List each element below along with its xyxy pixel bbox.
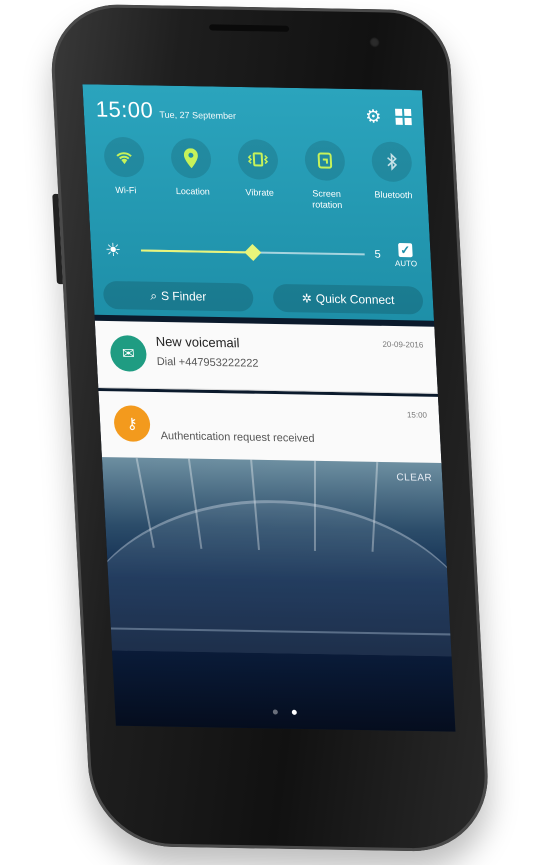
notification-timestamp: 15:00 bbox=[406, 410, 428, 420]
notification-voicemail[interactable]: ✉ New voicemail Dial +447953222222 20-09… bbox=[94, 320, 438, 394]
toggle-vibrate[interactable]: Vibrate bbox=[227, 139, 291, 210]
notification-message: Authentication request received bbox=[160, 430, 315, 445]
screen-rotation-icon bbox=[303, 140, 346, 181]
brightness-thumb[interactable] bbox=[244, 243, 262, 261]
s-finder-label: S Finder bbox=[160, 288, 207, 304]
clock-time: 15:00 bbox=[95, 96, 154, 123]
device-frame: 15:00 Tue, 27 September ⚙ Wi-Fi Location… bbox=[0, 0, 557, 865]
quick-connect-button[interactable]: ✲ Quick Connect bbox=[272, 283, 424, 315]
quick-toggles: Wi-Fi Location Vibrate Screen rotation B… bbox=[93, 136, 425, 213]
toggle-label: Vibrate bbox=[245, 187, 275, 198]
auto-label: AUTO bbox=[394, 258, 418, 268]
toggle-bluetooth[interactable]: Bluetooth bbox=[361, 141, 425, 212]
page-dot bbox=[272, 709, 278, 715]
auto-brightness-checkbox[interactable]: ✓ AUTO bbox=[394, 242, 418, 268]
toggle-label: Location bbox=[175, 186, 211, 197]
toggle-location[interactable]: Location bbox=[160, 137, 224, 209]
vibrate-icon bbox=[236, 139, 279, 180]
phone-body: 15:00 Tue, 27 September ⚙ Wi-Fi Location… bbox=[48, 3, 492, 853]
earpiece bbox=[209, 24, 290, 32]
voicemail-icon: ✉ bbox=[109, 335, 148, 372]
notification-authentication[interactable]: ⚷ Authentication request received 15:00 bbox=[98, 390, 442, 465]
front-camera bbox=[369, 37, 380, 48]
notification-timestamp: 20-09-2016 bbox=[382, 339, 424, 350]
clock-date: Tue, 27 September bbox=[159, 109, 237, 121]
wifi-icon bbox=[103, 136, 146, 178]
notification-title: New voicemail bbox=[155, 333, 240, 351]
page-dot-active bbox=[291, 709, 297, 715]
brightness-fill bbox=[140, 249, 253, 254]
clear-button[interactable]: CLEAR bbox=[396, 472, 432, 484]
page-indicator bbox=[115, 707, 455, 718]
bluetooth-icon bbox=[370, 141, 413, 183]
screen: 15:00 Tue, 27 September ⚙ Wi-Fi Location… bbox=[82, 84, 456, 732]
status-row: 15:00 Tue, 27 September ⚙ bbox=[95, 94, 412, 128]
notification-subtitle: Dial +447953222222 bbox=[156, 355, 259, 370]
quick-connect-label: Quick Connect bbox=[315, 291, 395, 308]
toggle-label: Wi-Fi bbox=[115, 184, 137, 196]
key-icon: ⚷ bbox=[113, 405, 152, 442]
quick-settings-panel: 15:00 Tue, 27 September ⚙ Wi-Fi Location… bbox=[82, 84, 435, 321]
search-icon: ⌕ bbox=[149, 288, 158, 303]
location-icon bbox=[170, 137, 213, 179]
quick-connect-icon: ✲ bbox=[301, 291, 313, 306]
settings-gear-icon[interactable]: ⚙ bbox=[365, 106, 382, 126]
toggle-label: Screen rotation bbox=[311, 188, 343, 210]
toggle-label: Bluetooth bbox=[374, 189, 413, 201]
checkbox-checked-icon: ✓ bbox=[397, 242, 413, 257]
toggle-wifi[interactable]: Wi-Fi bbox=[93, 136, 157, 208]
brightness-icon: ☀ bbox=[104, 239, 122, 260]
brightness-slider[interactable] bbox=[140, 243, 365, 261]
status-icons: ⚙ bbox=[365, 106, 412, 127]
edit-grid-icon[interactable] bbox=[395, 108, 412, 126]
brightness-level: 5 bbox=[374, 248, 382, 261]
quick-buttons: ⌕ S Finder ✲ Quick Connect bbox=[102, 280, 424, 315]
s-finder-button[interactable]: ⌕ S Finder bbox=[102, 280, 254, 312]
volume-button[interactable] bbox=[52, 193, 63, 285]
toggle-screen-rotation[interactable]: Screen rotation bbox=[294, 140, 358, 211]
brightness-control: ☀ 5 ✓ AUTO bbox=[104, 237, 418, 269]
wallpaper bbox=[82, 457, 456, 732]
